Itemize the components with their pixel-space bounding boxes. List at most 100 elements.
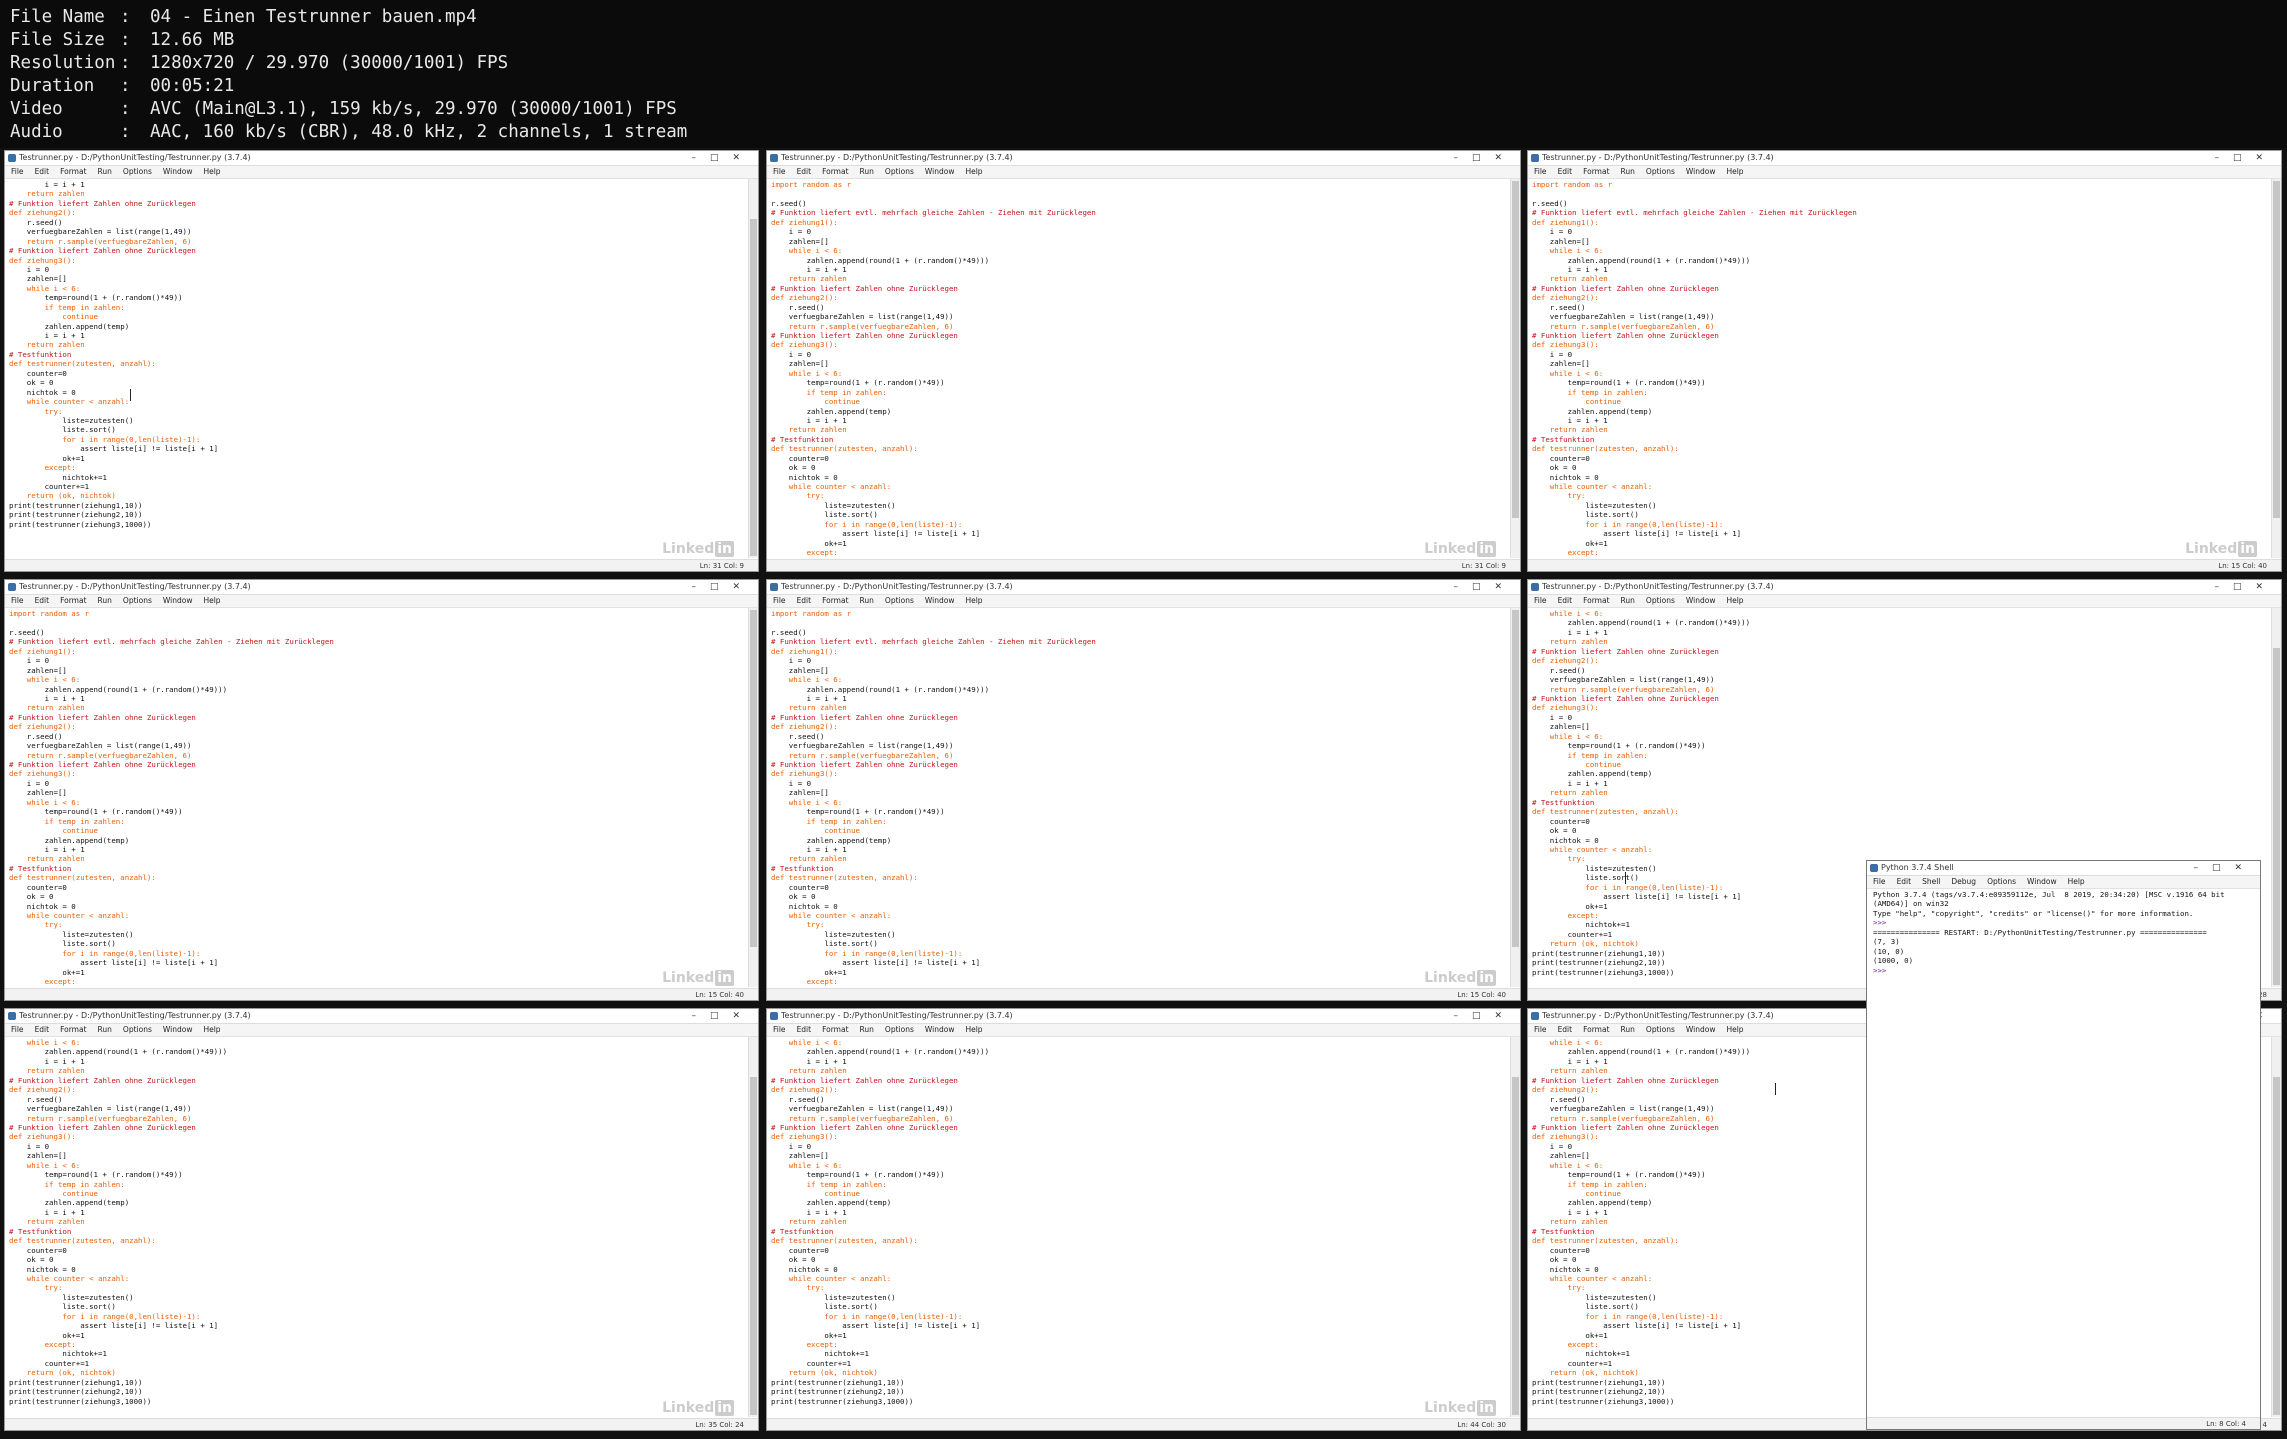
menu-run[interactable]: Run bbox=[860, 596, 874, 605]
window-controls-icon[interactable]: –□✕ bbox=[1453, 1009, 1516, 1023]
menu-edit[interactable]: Edit bbox=[797, 1025, 812, 1034]
menu-window[interactable]: Window bbox=[163, 167, 193, 176]
scrollbar-thumb[interactable] bbox=[2273, 648, 2280, 985]
scrollbar-thumb[interactable] bbox=[2273, 1077, 2280, 1415]
menu-options[interactable]: Options bbox=[1646, 1025, 1675, 1034]
menu-file[interactable]: File bbox=[773, 596, 786, 605]
menu-window[interactable]: Window bbox=[925, 1025, 955, 1034]
menu-file[interactable]: File bbox=[11, 167, 24, 176]
menu-file[interactable]: File bbox=[11, 1025, 24, 1034]
menu-run[interactable]: Run bbox=[98, 167, 112, 176]
scrollbar-thumb[interactable] bbox=[1512, 1077, 1519, 1415]
menu-help[interactable]: Help bbox=[203, 1025, 220, 1034]
menu-help[interactable]: Help bbox=[1726, 167, 1743, 176]
menu-help[interactable]: Help bbox=[965, 1025, 982, 1034]
window-controls-icon[interactable]: –□✕ bbox=[1453, 151, 1516, 165]
menu-window[interactable]: Window bbox=[925, 167, 955, 176]
menu-options[interactable]: Options bbox=[1646, 596, 1675, 605]
menu-run[interactable]: Run bbox=[860, 167, 874, 176]
vertical-scrollbar[interactable] bbox=[2271, 608, 2281, 987]
scrollbar-thumb[interactable] bbox=[750, 610, 757, 947]
code-area[interactable]: while i < 6: zahlen.append(round(1 + (r.… bbox=[9, 1038, 744, 1417]
menu-edit[interactable]: Edit bbox=[35, 596, 50, 605]
menu-edit[interactable]: Edit bbox=[1558, 1025, 1573, 1034]
menu-options[interactable]: Options bbox=[885, 596, 914, 605]
menu-file[interactable]: File bbox=[11, 596, 24, 605]
menu-run[interactable]: Run bbox=[1621, 1025, 1635, 1034]
menu-format[interactable]: Format bbox=[60, 167, 86, 176]
window-controls-icon[interactable]: –□✕ bbox=[691, 580, 754, 594]
menu-file[interactable]: File bbox=[1873, 877, 1886, 886]
code-area[interactable]: import random as r r.seed() # Funktion lie… bbox=[771, 609, 1506, 987]
menu-format[interactable]: Format bbox=[822, 1025, 848, 1034]
menu-format[interactable]: Format bbox=[1583, 1025, 1609, 1034]
menu-format[interactable]: Format bbox=[822, 596, 848, 605]
menu-file[interactable]: File bbox=[773, 1025, 786, 1034]
vertical-scrollbar[interactable] bbox=[2271, 179, 2281, 558]
code-area[interactable]: while i < 6: zahlen.append(round(1 + (r.… bbox=[771, 1038, 1506, 1417]
menu-window[interactable]: Window bbox=[1686, 1025, 1716, 1034]
menu-options[interactable]: Options bbox=[1987, 877, 2016, 886]
menu-help[interactable]: Help bbox=[965, 167, 982, 176]
vertical-scrollbar[interactable] bbox=[748, 1037, 758, 1417]
menu-help[interactable]: Help bbox=[203, 167, 220, 176]
vertical-scrollbar[interactable] bbox=[1510, 179, 1520, 558]
code-area[interactable]: import random as r r.seed() # Funktion lie… bbox=[9, 609, 744, 987]
code-area[interactable]: import random as r r.seed() # Funktion lie… bbox=[771, 180, 1506, 558]
menu-help[interactable]: Help bbox=[965, 596, 982, 605]
menu-edit[interactable]: Edit bbox=[35, 167, 50, 176]
menu-run[interactable]: Run bbox=[98, 596, 112, 605]
menu-edit[interactable]: Edit bbox=[1897, 877, 1912, 886]
menu-options[interactable]: Options bbox=[123, 167, 152, 176]
menu-file[interactable]: File bbox=[1534, 596, 1547, 605]
menu-window[interactable]: Window bbox=[1686, 596, 1716, 605]
scrollbar-thumb[interactable] bbox=[750, 1077, 757, 1415]
window-controls-icon[interactable]: –□✕ bbox=[1453, 580, 1516, 594]
code-area[interactable]: import random as r r.seed() # Funktion lie… bbox=[1532, 180, 2267, 558]
menu-file[interactable]: File bbox=[773, 167, 786, 176]
code-area[interactable]: i = i + 1 return zahlen # Funktion liefer… bbox=[9, 180, 744, 558]
menu-file[interactable]: File bbox=[1534, 1025, 1547, 1034]
scrollbar-thumb[interactable] bbox=[1512, 181, 1519, 518]
menu-window[interactable]: Window bbox=[163, 596, 193, 605]
window-controls-icon[interactable]: –□✕ bbox=[691, 1009, 754, 1023]
window-controls-icon[interactable]: –□✕ bbox=[691, 151, 754, 165]
menu-window[interactable]: Window bbox=[2027, 877, 2057, 886]
menu-file[interactable]: File bbox=[1534, 167, 1547, 176]
menu-options[interactable]: Options bbox=[885, 167, 914, 176]
menu-format[interactable]: Format bbox=[1583, 596, 1609, 605]
menu-help[interactable]: Help bbox=[2068, 877, 2085, 886]
menu-shell[interactable]: Shell bbox=[1922, 877, 1940, 886]
menu-help[interactable]: Help bbox=[1726, 1025, 1743, 1034]
menu-help[interactable]: Help bbox=[1726, 596, 1743, 605]
vertical-scrollbar[interactable] bbox=[1510, 1037, 1520, 1417]
menu-window[interactable]: Window bbox=[163, 1025, 193, 1034]
scrollbar-thumb[interactable] bbox=[750, 219, 757, 556]
menu-options[interactable]: Options bbox=[123, 1025, 152, 1034]
menu-run[interactable]: Run bbox=[98, 1025, 112, 1034]
vertical-scrollbar[interactable] bbox=[748, 608, 758, 987]
menu-window[interactable]: Window bbox=[1686, 167, 1716, 176]
menu-options[interactable]: Options bbox=[1646, 167, 1675, 176]
menu-options[interactable]: Options bbox=[123, 596, 152, 605]
menu-run[interactable]: Run bbox=[1621, 596, 1635, 605]
menu-edit[interactable]: Edit bbox=[1558, 596, 1573, 605]
vertical-scrollbar[interactable] bbox=[2271, 1037, 2281, 1417]
menu-edit[interactable]: Edit bbox=[797, 167, 812, 176]
menu-format[interactable]: Format bbox=[60, 596, 86, 605]
menu-options[interactable]: Options bbox=[885, 1025, 914, 1034]
window-controls-icon[interactable]: –□✕ bbox=[2193, 861, 2256, 875]
menu-run[interactable]: Run bbox=[1621, 167, 1635, 176]
shell-output[interactable]: Python 3.7.4 (tags/v3.7.4:e09359112e, Ju… bbox=[1873, 890, 2248, 1416]
vertical-scrollbar[interactable] bbox=[1510, 608, 1520, 987]
scrollbar-thumb[interactable] bbox=[2273, 181, 2280, 518]
menu-debug[interactable]: Debug bbox=[1951, 877, 1976, 886]
menu-format[interactable]: Format bbox=[1583, 167, 1609, 176]
menu-window[interactable]: Window bbox=[925, 596, 955, 605]
window-controls-icon[interactable]: –□✕ bbox=[2214, 580, 2277, 594]
menu-format[interactable]: Format bbox=[822, 167, 848, 176]
menu-run[interactable]: Run bbox=[860, 1025, 874, 1034]
scrollbar-thumb[interactable] bbox=[1512, 610, 1519, 947]
menu-help[interactable]: Help bbox=[203, 596, 220, 605]
menu-edit[interactable]: Edit bbox=[797, 596, 812, 605]
